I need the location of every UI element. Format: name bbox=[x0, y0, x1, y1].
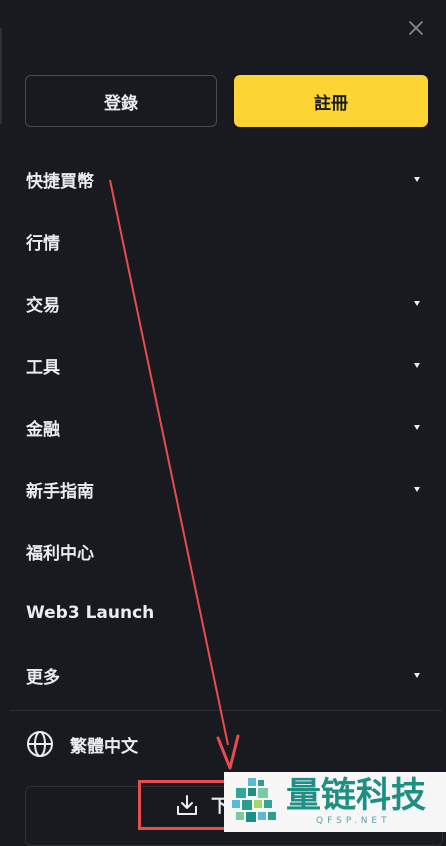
language-selector[interactable]: 繁體中文 bbox=[26, 730, 138, 758]
watermark-text: 量链科技 QFSP.NET bbox=[286, 777, 426, 827]
chevron-down-icon bbox=[414, 300, 420, 306]
menu-item-trade[interactable]: 交易 bbox=[0, 272, 446, 334]
watermark-title: 量链科技 bbox=[286, 776, 427, 816]
nav-menu: 快捷買幣 行情 交易 工具 金融 新手指南 福利中心 Web3 Launch 更… bbox=[0, 148, 446, 706]
menu-item-label: 工具 bbox=[26, 357, 60, 378]
menu-item-rewards-center[interactable]: 福利中心 bbox=[0, 520, 446, 582]
watermark-logo-icon bbox=[232, 778, 276, 822]
close-icon bbox=[409, 21, 423, 35]
chevron-down-icon bbox=[414, 424, 420, 430]
chevron-down-icon bbox=[414, 672, 420, 678]
chevron-down-icon bbox=[414, 486, 420, 492]
menu-item-more[interactable]: 更多 bbox=[0, 644, 446, 706]
chevron-down-icon bbox=[414, 176, 420, 182]
watermark: 量链科技 QFSP.NET bbox=[224, 772, 446, 832]
download-icon bbox=[177, 795, 197, 815]
menu-item-beginner-guide[interactable]: 新手指南 bbox=[0, 458, 446, 520]
menu-item-label: 福利中心 bbox=[26, 543, 94, 564]
menu-item-label: 行情 bbox=[26, 233, 60, 254]
menu-item-label: Web3 Launch bbox=[26, 603, 155, 623]
watermark-subtitle: QFSP.NET bbox=[316, 816, 391, 826]
menu-item-finance[interactable]: 金融 bbox=[0, 396, 446, 458]
register-button[interactable]: 註冊 bbox=[234, 75, 428, 127]
globe-icon bbox=[27, 731, 53, 757]
menu-item-tools[interactable]: 工具 bbox=[0, 334, 446, 396]
menu-item-web3-launch[interactable]: Web3 Launch bbox=[0, 582, 446, 644]
login-button[interactable]: 登錄 bbox=[25, 75, 217, 127]
close-button[interactable] bbox=[402, 14, 430, 42]
menu-item-markets[interactable]: 行情 bbox=[0, 210, 446, 272]
menu-item-label: 快捷買幣 bbox=[26, 171, 94, 192]
menu-item-quick-buy[interactable]: 快捷買幣 bbox=[0, 148, 446, 210]
menu-item-label: 新手指南 bbox=[26, 481, 94, 502]
language-label: 繁體中文 bbox=[70, 736, 138, 757]
divider bbox=[10, 710, 442, 711]
menu-item-label: 金融 bbox=[26, 419, 60, 440]
menu-item-label: 交易 bbox=[26, 295, 60, 316]
chevron-down-icon bbox=[414, 362, 420, 368]
menu-item-label: 更多 bbox=[26, 667, 60, 688]
panel-edge bbox=[0, 28, 2, 124]
